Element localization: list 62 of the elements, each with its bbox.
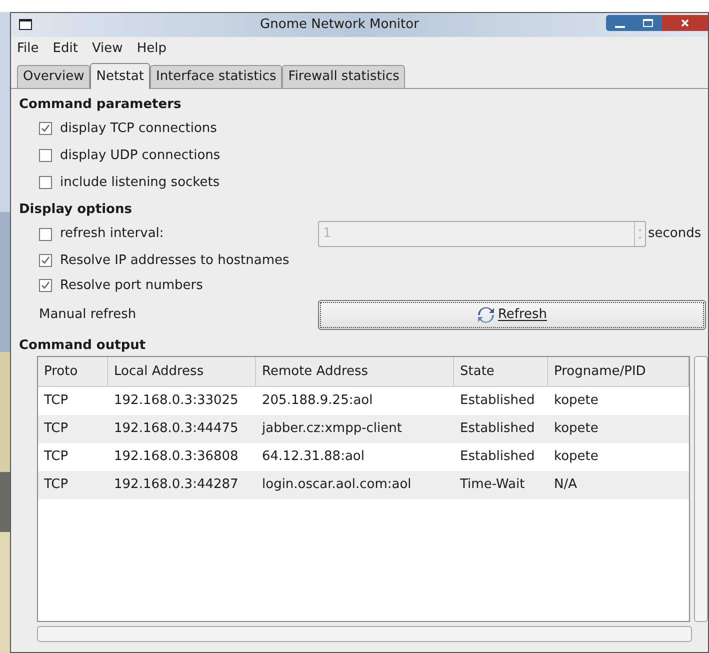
tab[interactable]: Firewall statistics xyxy=(282,65,406,88)
field-label: Manual refresh xyxy=(38,306,138,324)
column-header[interactable]: State xyxy=(454,357,548,386)
refresh-icon xyxy=(476,306,495,324)
checkbox[interactable] xyxy=(39,149,52,162)
table-cell-text: 64.12.31.88:aol xyxy=(261,448,366,466)
horizontal-scrollbar[interactable] xyxy=(37,626,692,642)
menu-item[interactable]: Help xyxy=(136,39,166,59)
table-cell-text: TCP xyxy=(43,392,70,410)
table-cell-text: N/A xyxy=(553,476,578,494)
menu-item[interactable]: View xyxy=(92,39,123,59)
table-cell-text: kopete xyxy=(553,420,600,438)
menu-item[interactable]: Edit xyxy=(52,39,78,59)
menu-item[interactable]: File xyxy=(17,39,39,59)
table-cell-text: 192.168.0.3:44287 xyxy=(113,476,240,494)
section-heading: Command parameters xyxy=(18,96,182,114)
window-icon xyxy=(19,19,32,30)
checkbox[interactable] xyxy=(39,279,52,292)
maximize-button[interactable] xyxy=(634,15,662,31)
table-cell-text: Time-Wait xyxy=(459,476,526,494)
table-cell-text: TCP xyxy=(43,420,70,438)
table-cell-text: Established xyxy=(459,392,536,410)
tab[interactable]: Netstat xyxy=(90,63,150,89)
spin-arrows-icon xyxy=(634,222,645,246)
column-header[interactable]: Proto xyxy=(38,357,108,386)
table-cell-text: login.oscar.aol.com:aol xyxy=(261,476,412,494)
table-cell-text: TCP xyxy=(43,448,70,466)
table-cell-text: 192.168.0.3:36808 xyxy=(113,448,240,466)
tab[interactable]: Overview xyxy=(17,65,90,88)
check-icon xyxy=(41,281,50,290)
unit-label: seconds xyxy=(647,225,702,244)
table-cell-text: 205.188.9.25:aol xyxy=(261,392,374,410)
checkbox-label[interactable]: include listening sockets xyxy=(60,172,220,192)
table-cell-text: TCP xyxy=(43,476,70,494)
close-button[interactable] xyxy=(662,15,708,31)
table-cell-text: Established xyxy=(459,448,536,466)
checkbox[interactable] xyxy=(39,122,52,135)
check-icon xyxy=(41,256,50,265)
column-header[interactable]: Local Address xyxy=(108,357,256,386)
checkbox-label[interactable]: display UDP connections xyxy=(60,146,220,166)
table-cell-text: 192.168.0.3:44475 xyxy=(113,420,240,438)
checkbox-label[interactable]: display TCP connections xyxy=(60,118,217,138)
section-heading: Display options xyxy=(18,201,133,219)
table-cell-text: kopete xyxy=(553,392,600,410)
tab[interactable]: Interface statistics xyxy=(150,65,282,88)
checkbox[interactable] xyxy=(39,254,52,267)
table-cell-text: 192.168.0.3:33025 xyxy=(113,392,240,410)
refresh-button[interactable]: Refresh xyxy=(318,300,706,330)
checkbox[interactable] xyxy=(39,176,52,189)
column-header[interactable]: Progname/PID xyxy=(548,357,689,386)
vertical-scrollbar[interactable] xyxy=(694,356,708,622)
column-header[interactable]: Remote Address xyxy=(256,357,454,386)
minimize-button[interactable] xyxy=(606,15,634,31)
close-icon xyxy=(681,19,689,27)
section-heading: Command output xyxy=(18,337,147,355)
check-icon xyxy=(41,124,50,133)
table-cell-text: Established xyxy=(459,420,536,438)
table-cell-text: jabber.cz:xmpp-client xyxy=(260,420,403,438)
table-cell-text: kopete xyxy=(553,448,600,466)
checkbox-label[interactable]: Resolve port numbers xyxy=(60,276,203,296)
window-title: Gnome Network Monitor xyxy=(260,16,420,34)
checkbox-label[interactable]: Resolve IP addresses to hostnames xyxy=(60,250,290,270)
